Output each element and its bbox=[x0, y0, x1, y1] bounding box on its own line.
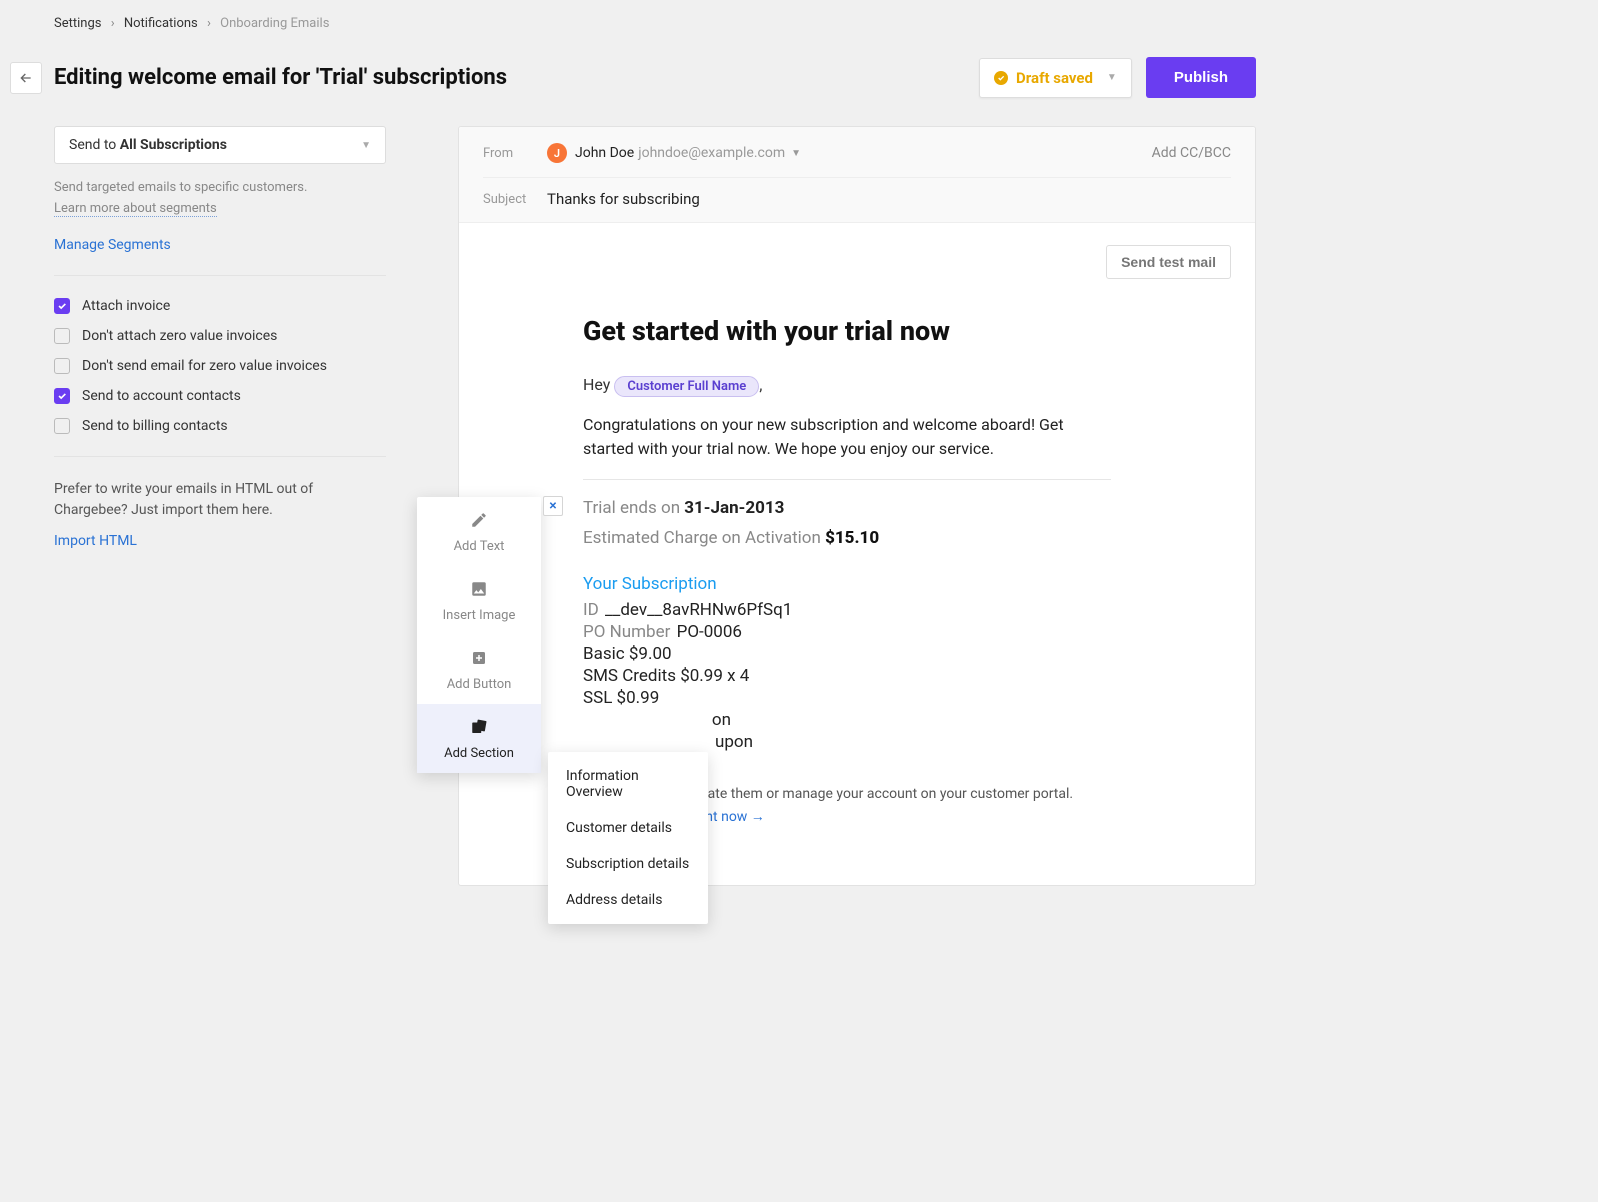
import-html-link[interactable]: Import HTML bbox=[54, 533, 386, 549]
cards-icon bbox=[423, 718, 535, 740]
caret-down-icon[interactable]: ▼ bbox=[791, 148, 801, 159]
line-item: Basic $9.00 bbox=[583, 644, 1111, 664]
email-heading[interactable]: Get started with your trial now bbox=[583, 315, 1111, 349]
checkbox-label: Send to account contacts bbox=[82, 388, 241, 404]
learn-segments-link[interactable]: Learn more about segments bbox=[54, 201, 217, 217]
obscured-line: on bbox=[583, 710, 1111, 730]
draft-saved-dropdown[interactable]: Draft saved ▼ bbox=[979, 58, 1132, 98]
add-text[interactable]: Add Text bbox=[417, 497, 541, 566]
from-name: John Doe bbox=[575, 145, 634, 161]
checkbox-label: Don't send email for zero value invoices bbox=[82, 358, 327, 374]
pencil-icon bbox=[423, 511, 535, 533]
avatar: J bbox=[547, 143, 567, 163]
email-greeting[interactable]: Hey Customer Full Name, bbox=[583, 375, 1111, 397]
send-test-button[interactable]: Send test mail bbox=[1106, 245, 1231, 279]
add-button[interactable]: Add Button bbox=[417, 635, 541, 704]
add-cc-bcc[interactable]: Add CC/BCC bbox=[1152, 145, 1231, 161]
add-item-label: Add Section bbox=[423, 746, 535, 761]
merge-variable[interactable]: Customer Full Name bbox=[614, 376, 759, 397]
section-menu-item[interactable]: Information Overview bbox=[548, 758, 708, 810]
checkbox[interactable] bbox=[54, 358, 70, 374]
caret-down-icon: ▼ bbox=[361, 140, 371, 151]
section-menu-item[interactable]: Address details bbox=[548, 882, 708, 918]
image-icon bbox=[423, 580, 535, 602]
checkbox[interactable] bbox=[54, 328, 70, 344]
page-title: Editing welcome email for 'Trial' subscr… bbox=[54, 65, 979, 90]
chevron-right-icon: › bbox=[111, 16, 115, 31]
breadcrumb: Settings › Notifications › Onboarding Em… bbox=[0, 0, 1266, 39]
checkbox[interactable] bbox=[54, 388, 70, 404]
option-3[interactable]: Send to account contacts bbox=[54, 388, 386, 404]
section-menu-item[interactable]: Subscription details bbox=[548, 846, 708, 882]
insert-image[interactable]: Insert Image bbox=[417, 566, 541, 635]
checkbox-label: Attach invoice bbox=[82, 298, 170, 314]
option-1[interactable]: Don't attach zero value invoices bbox=[54, 328, 386, 344]
segment-prefix: Send to bbox=[69, 137, 120, 153]
subscription-title[interactable]: Your Subscription bbox=[583, 574, 1111, 594]
check-circle-icon bbox=[994, 71, 1008, 85]
add-item-label: Insert Image bbox=[423, 608, 535, 623]
breadcrumb-current: Onboarding Emails bbox=[220, 16, 329, 31]
close-button[interactable]: × bbox=[543, 496, 563, 516]
segment-select[interactable]: Send to All Subscriptions ▼ bbox=[54, 126, 386, 164]
subscription-id: ID __dev__8avRHNw6PfSq1 bbox=[583, 600, 1111, 620]
add-block-panel: × Add TextInsert ImageAdd ButtonAdd Sect… bbox=[417, 497, 541, 773]
line-item: SSL $0.99 bbox=[583, 688, 1111, 708]
back-button[interactable] bbox=[10, 62, 42, 94]
breadcrumb-settings[interactable]: Settings bbox=[54, 16, 101, 31]
subject-text[interactable]: Thanks for subscribing bbox=[547, 190, 700, 208]
checkbox[interactable] bbox=[54, 418, 70, 434]
section-type-menu: Information OverviewCustomer detailsSubs… bbox=[548, 752, 708, 924]
trial-end-line: Trial ends on 31-Jan-2013 bbox=[583, 498, 1111, 518]
add-item-label: Add Button bbox=[423, 677, 535, 692]
caret-down-icon: ▼ bbox=[1107, 72, 1117, 83]
option-0[interactable]: Attach invoice bbox=[54, 298, 386, 314]
section-menu-item[interactable]: Customer details bbox=[548, 810, 708, 846]
checkbox[interactable] bbox=[54, 298, 70, 314]
subject-label: Subject bbox=[483, 192, 547, 207]
segment-help: Send targeted emails to specific custome… bbox=[54, 178, 386, 198]
option-4[interactable]: Send to billing contacts bbox=[54, 418, 386, 434]
estimated-charge-line: Estimated Charge on Activation $15.10 bbox=[583, 528, 1111, 548]
add-section[interactable]: Add Section bbox=[417, 704, 541, 773]
email-paragraph[interactable]: Congratulations on your new subscription… bbox=[583, 413, 1111, 461]
checkbox-label: Send to billing contacts bbox=[82, 418, 228, 434]
import-help: Prefer to write your emails in HTML out … bbox=[54, 479, 386, 521]
line-item: SMS Credits $0.99 x 4 bbox=[583, 666, 1111, 686]
from-label: From bbox=[483, 146, 547, 161]
add-item-label: Add Text bbox=[423, 539, 535, 554]
po-number: PO Number PO-0006 bbox=[583, 622, 1111, 642]
draft-label: Draft saved bbox=[1016, 69, 1093, 87]
option-2[interactable]: Don't send email for zero value invoices bbox=[54, 358, 386, 374]
chevron-right-icon: › bbox=[207, 16, 211, 31]
obscured-line: upon bbox=[583, 732, 1111, 752]
segment-value: All Subscriptions bbox=[120, 137, 227, 153]
plus-box-icon bbox=[423, 649, 535, 671]
publish-button[interactable]: Publish bbox=[1146, 57, 1256, 98]
manage-segments-link[interactable]: Manage Segments bbox=[54, 237, 386, 253]
checkbox-label: Don't attach zero value invoices bbox=[82, 328, 277, 344]
from-email: johndoe@example.com bbox=[638, 145, 785, 161]
breadcrumb-notifications[interactable]: Notifications bbox=[124, 16, 198, 31]
arrow-left-icon bbox=[18, 70, 34, 86]
